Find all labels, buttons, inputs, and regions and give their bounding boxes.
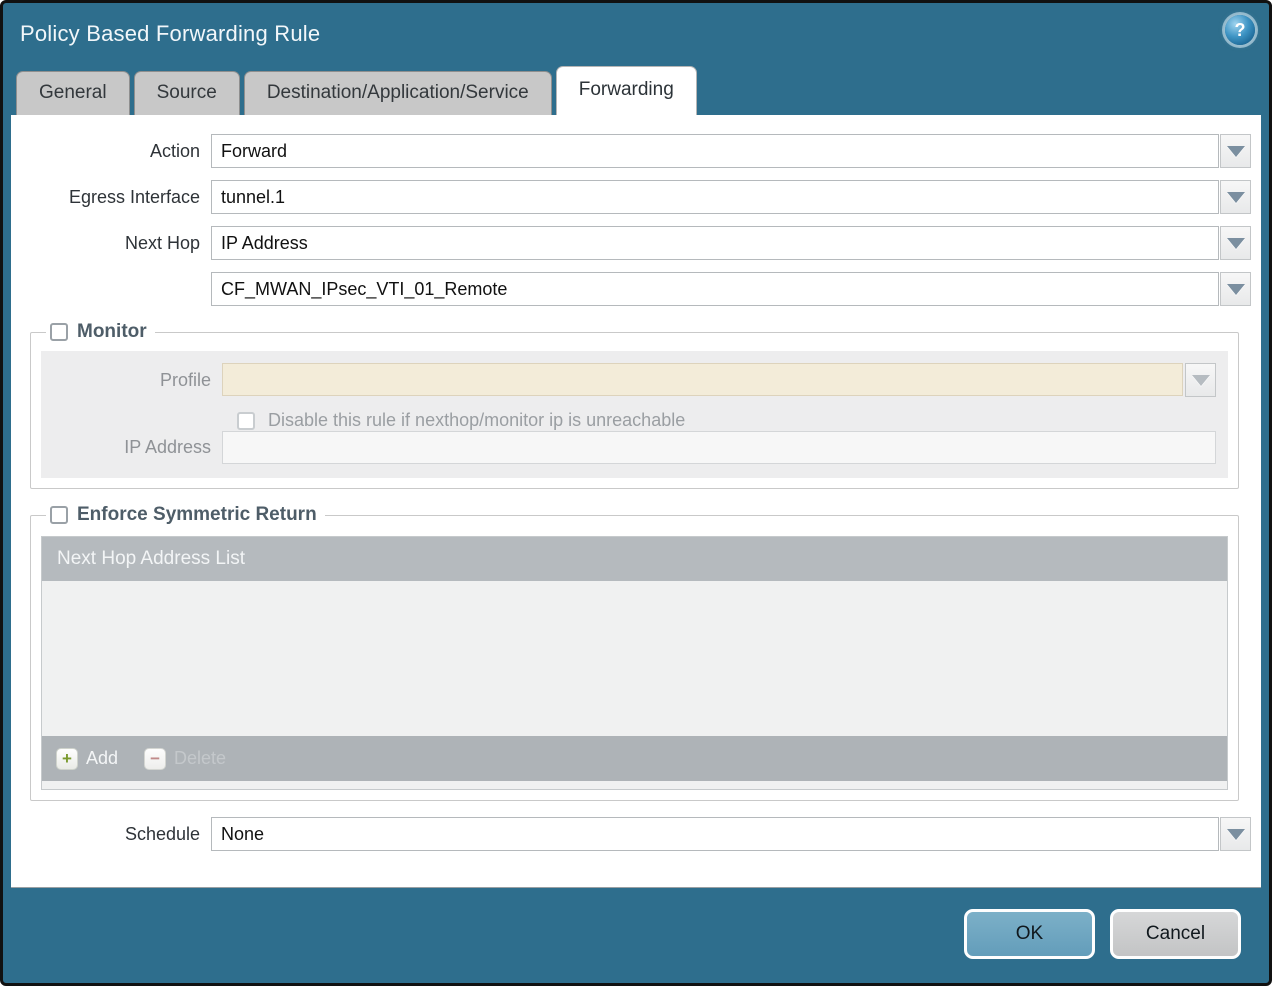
- tab-general[interactable]: General: [16, 71, 130, 115]
- chevron-down-icon: [1227, 192, 1245, 203]
- plus-icon: +: [56, 748, 78, 770]
- dialog-footer: OK Cancel: [964, 909, 1241, 959]
- chevron-down-icon: [1227, 829, 1245, 840]
- next-hop-row: Next Hop IP Address: [11, 226, 1251, 260]
- profile-select: [222, 363, 1183, 396]
- egress-interface-select[interactable]: tunnel.1: [211, 180, 1219, 214]
- next-hop-address-list-toolbar: + Add − Delete: [42, 736, 1227, 781]
- schedule-row: Schedule None: [11, 817, 1251, 851]
- next-hop-address-list-table: Next Hop Address List + Add − Delete: [41, 536, 1228, 790]
- policy-based-forwarding-dialog: Policy Based Forwarding Rule ? General S…: [0, 0, 1272, 986]
- egress-interface-row: Egress Interface tunnel.1: [11, 180, 1251, 214]
- enforce-symmetric-return-section: Enforce Symmetric Return Next Hop Addres…: [30, 504, 1239, 801]
- tab-bar: General Source Destination/Application/S…: [3, 67, 1269, 115]
- forwarding-tab-panel: Action Forward Egress Interface tunnel.1…: [11, 115, 1261, 888]
- egress-interface-dropdown-button[interactable]: [1220, 180, 1251, 214]
- monitor-checkbox[interactable]: [50, 323, 68, 341]
- action-label: Action: [11, 141, 211, 162]
- minus-icon: −: [144, 748, 166, 770]
- action-row: Action Forward: [11, 134, 1251, 168]
- next-hop-label: Next Hop: [11, 233, 211, 254]
- add-button[interactable]: + Add: [56, 748, 118, 770]
- disable-rule-row: Disable this rule if nexthop/monitor ip …: [41, 410, 1228, 431]
- monitor-legend: Monitor: [46, 321, 155, 343]
- chevron-down-icon: [1227, 238, 1245, 249]
- ok-button[interactable]: OK: [964, 909, 1095, 959]
- schedule-label: Schedule: [11, 824, 211, 845]
- next-hop-address-dropdown-button[interactable]: [1220, 272, 1251, 306]
- monitor-section-title: Monitor: [77, 321, 147, 343]
- chevron-down-icon: [1227, 284, 1245, 295]
- monitor-ip-address-input: [222, 431, 1216, 464]
- tab-forwarding[interactable]: Forwarding: [556, 66, 697, 115]
- delete-button: − Delete: [144, 748, 226, 770]
- disable-rule-checkbox: [237, 412, 255, 430]
- profile-dropdown-button: [1185, 363, 1216, 397]
- next-hop-address-list-body[interactable]: [42, 581, 1227, 736]
- action-select[interactable]: Forward: [211, 134, 1219, 168]
- table-bottom-strip: [42, 781, 1227, 789]
- disable-rule-label: Disable this rule if nexthop/monitor ip …: [268, 410, 685, 431]
- monitor-ip-address-label: IP Address: [41, 437, 222, 458]
- profile-row: Profile: [41, 363, 1228, 397]
- title-bar: Policy Based Forwarding Rule ?: [3, 3, 1269, 67]
- tab-destination-application-service[interactable]: Destination/Application/Service: [244, 71, 552, 115]
- chevron-down-icon: [1192, 375, 1210, 386]
- schedule-dropdown-button[interactable]: [1220, 817, 1251, 851]
- schedule-select[interactable]: None: [211, 817, 1219, 851]
- profile-label: Profile: [41, 370, 222, 391]
- next-hop-address-list-header: Next Hop Address List: [42, 537, 1227, 581]
- monitor-section: Monitor Profile Disable this rule if nex…: [30, 321, 1239, 489]
- next-hop-dropdown-button[interactable]: [1220, 226, 1251, 260]
- action-dropdown-button[interactable]: [1220, 134, 1251, 168]
- dialog-title: Policy Based Forwarding Rule: [20, 21, 320, 47]
- enforce-symmetric-return-legend: Enforce Symmetric Return: [46, 504, 325, 526]
- next-hop-address-row: CF_MWAN_IPsec_VTI_01_Remote: [11, 272, 1251, 306]
- chevron-down-icon: [1227, 146, 1245, 157]
- next-hop-type-select[interactable]: IP Address: [211, 226, 1219, 260]
- enforce-symmetric-return-checkbox[interactable]: [50, 506, 68, 524]
- cancel-button[interactable]: Cancel: [1110, 909, 1241, 959]
- next-hop-address-select[interactable]: CF_MWAN_IPsec_VTI_01_Remote: [211, 272, 1219, 306]
- help-icon[interactable]: ?: [1225, 15, 1255, 45]
- monitor-ip-address-row: IP Address: [41, 431, 1228, 464]
- monitor-panel: Profile Disable this rule if nexthop/mon…: [41, 351, 1228, 478]
- enforce-symmetric-return-title: Enforce Symmetric Return: [77, 504, 317, 526]
- tab-source[interactable]: Source: [134, 71, 240, 115]
- egress-interface-label: Egress Interface: [11, 187, 211, 208]
